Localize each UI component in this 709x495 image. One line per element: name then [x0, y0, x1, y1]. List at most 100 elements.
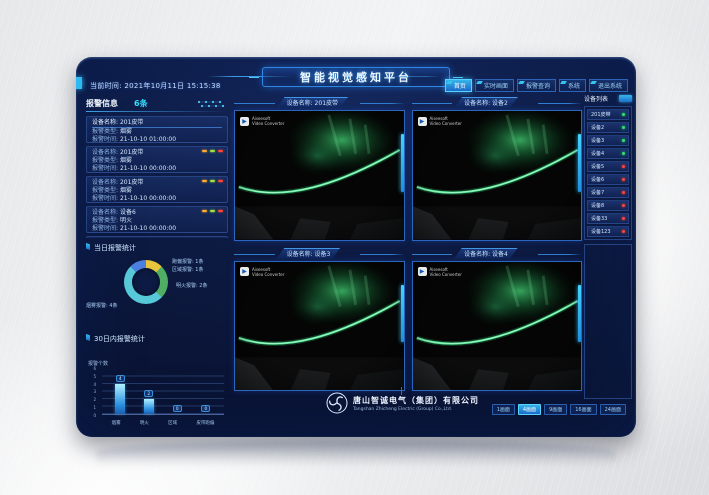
header-edge-accent	[76, 77, 82, 89]
video-device-title: 设备名称: 设备4	[454, 248, 518, 259]
donut-legend-label: 明火报警: 2条	[176, 282, 207, 289]
watermark-text: AiseesoftVideo Converter	[430, 267, 462, 277]
video-panel-3[interactable]: 设备名称: 设备3	[234, 248, 405, 392]
device-name: 设备7	[591, 189, 604, 196]
bar-value-label: 4	[116, 375, 125, 382]
device-list-item[interactable]: 设备5	[587, 161, 629, 172]
video-accent-bar	[578, 134, 581, 192]
alarm-card[interactable]: 设备名称: 设备6报警类型: 明火报警时间: 21-10-10 00:00:00	[86, 236, 228, 238]
device-list-item[interactable]: 设备33	[587, 213, 629, 224]
company-names: 唐山智诚电气（集团）有限公司 Tangshan Zhicheng Electri…	[353, 395, 479, 412]
donut-legend-label: 跑偏报警: 1条	[172, 258, 203, 265]
alarm-field-label: 报警时间:	[92, 195, 120, 202]
nav-tab-3[interactable]: 系统	[559, 79, 586, 92]
device-list-item[interactable]: 设备3	[587, 135, 629, 146]
video-panel-2[interactable]: 设备名称: 设备2	[412, 97, 583, 241]
company-logo	[326, 392, 348, 414]
video-panel-header: 设备名称: 设备4	[412, 248, 583, 260]
monthly-stats-title: 30日内报警统计	[86, 332, 228, 346]
video-panel-header: 设备名称: 设备3	[234, 248, 405, 260]
alarm-field-time: 报警时间: 21-10-10 00:00:00	[92, 225, 222, 233]
alarm-field-value: 21-10-10 01:00:00	[120, 136, 176, 143]
status-dot	[622, 217, 625, 220]
indicator-light	[202, 150, 207, 152]
video-frame-image	[413, 111, 582, 240]
alarm-field-value: 21-10-10 00:00:00	[120, 195, 176, 202]
current-time: 当前时间: 2021年10月11日 15:15:38	[90, 81, 221, 91]
alarm-field-value: 设备6	[120, 209, 136, 216]
today-stats-chart: 跑偏报警: 1条明火报警: 2条烟雾报警: 4条区域报警: 1条	[86, 255, 228, 329]
view-button-9画面[interactable]: 9画面	[544, 404, 567, 415]
view-button-1画面[interactable]: 1画面	[492, 404, 515, 415]
nav-tab-4[interactable]: 退出系统	[589, 79, 628, 92]
video-frame[interactable]: ▶ AiseesoftVideo Converter	[412, 261, 583, 392]
indicator-light	[210, 180, 215, 182]
watermark: ▶ AiseesoftVideo Converter	[240, 267, 284, 277]
nav-tab-0[interactable]: 首页	[445, 79, 472, 92]
video-frame[interactable]: ▶ AiseesoftVideo Converter	[234, 261, 405, 392]
video-device-title: 设备名称: 201皮带	[277, 97, 348, 108]
video-panel-header: 设备名称: 设备2	[412, 97, 583, 109]
device-list-item[interactable]: 设备6	[587, 174, 629, 185]
nav-tab-2[interactable]: 报警查询	[517, 79, 556, 92]
alarm-field-type: 报警类型: 烟雾	[92, 187, 222, 195]
ytick-label: 5	[93, 374, 96, 379]
video-frame[interactable]: ▶ AiseesoftVideo Converter	[412, 110, 583, 241]
video-panel-4[interactable]: 设备名称: 设备4	[412, 248, 583, 392]
device-name: 设备2	[591, 124, 604, 131]
alarm-field-value: 烟雾	[120, 157, 132, 164]
alarm-field-label: 报警类型:	[92, 157, 120, 164]
alarm-panel-header: 报警信息 6条	[86, 97, 228, 110]
page-title-frame: 智能视觉感知平台	[262, 67, 450, 87]
device-name: 设备8	[591, 202, 604, 209]
footer: 唐山智诚电气（集团）有限公司 Tangshan Zhicheng Electri…	[76, 387, 636, 437]
alarm-card[interactable]: 设备名称: 201皮带报警类型: 烟雾报警时间: 21-10-10 01:00:…	[86, 116, 228, 143]
alarm-field-value: 201皮带	[120, 149, 143, 156]
alarm-field-type: 报警类型: 烟雾	[92, 128, 222, 136]
view-button-4画面[interactable]: 4画面	[518, 404, 541, 415]
alarm-field-label: 报警类型:	[92, 187, 120, 194]
alarm-card[interactable]: 设备名称: 201皮带报警类型: 烟雾报警时间: 21-10-10 00:00:…	[86, 176, 228, 203]
indicator-light	[202, 180, 207, 182]
device-list-item[interactable]: 设备2	[587, 122, 629, 133]
indicator-light	[218, 210, 223, 212]
status-dot	[622, 139, 625, 142]
alarm-field-value: 201皮带	[120, 119, 143, 126]
watermark-icon: ▶	[240, 117, 249, 126]
alarm-field-device: 设备名称: 201皮带	[92, 119, 222, 128]
alarm-sidebar: 报警信息 6条 设备名称: 201皮带报警类型: 烟雾报警时间: 21-10-1…	[86, 97, 228, 429]
alarm-field-label: 报警时间:	[92, 165, 120, 172]
alarm-field-time: 报警时间: 21-10-10 01:00:00	[92, 136, 222, 144]
view-button-16画面[interactable]: 16画面	[570, 404, 596, 415]
alarm-field-value: 21-10-10 00:00:00	[120, 165, 176, 172]
video-accent-bar	[578, 285, 581, 343]
nav-tab-1[interactable]: 实时画面	[475, 79, 514, 92]
device-list-item[interactable]: 201皮带	[587, 109, 629, 120]
nav-tabs: 首页实时画面报警查询系统退出系统	[445, 79, 628, 92]
device-list-item[interactable]: 设备7	[587, 187, 629, 198]
view-button-24画面[interactable]: 24画面	[600, 404, 626, 415]
video-accent-bar	[401, 285, 404, 343]
alarm-field-label: 报警类型:	[92, 217, 120, 224]
device-sidebar: 设备列表 201皮带设备2设备3设备4设备5设备6设备7设备8设备33设备123	[584, 93, 632, 399]
watermark-icon: ▶	[240, 267, 249, 276]
device-list-item[interactable]: 设备123	[587, 226, 629, 237]
indicator-light	[218, 180, 223, 182]
status-dot	[622, 191, 625, 194]
alarm-card[interactable]: 设备名称: 201皮带报警类型: 烟雾报警时间: 21-10-10 00:00:…	[86, 146, 228, 173]
view-layout-buttons: 1画面4画面9画面16画面 24画面	[492, 404, 626, 415]
status-dot	[622, 230, 625, 233]
device-list-item[interactable]: 设备4	[587, 148, 629, 159]
alarm-donut-chart	[124, 260, 168, 304]
status-dot	[622, 178, 625, 181]
watermark: ▶ AiseesoftVideo Converter	[418, 116, 462, 126]
device-name: 设备5	[591, 163, 604, 170]
alarm-panel-title: 报警信息	[86, 98, 118, 109]
device-list-item[interactable]: 设备8	[587, 200, 629, 211]
watermark-text: AiseesoftVideo Converter	[252, 267, 284, 277]
alarm-field-label: 报警类型:	[92, 128, 120, 135]
device-list-tab[interactable]	[619, 95, 632, 102]
video-panel-1[interactable]: 设备名称: 201皮带	[234, 97, 405, 241]
video-frame[interactable]: ▶ AiseesoftVideo Converter	[234, 110, 405, 241]
alarm-card[interactable]: 设备名称: 设备6报警类型: 明火报警时间: 21-10-10 00:00:00	[86, 206, 228, 233]
